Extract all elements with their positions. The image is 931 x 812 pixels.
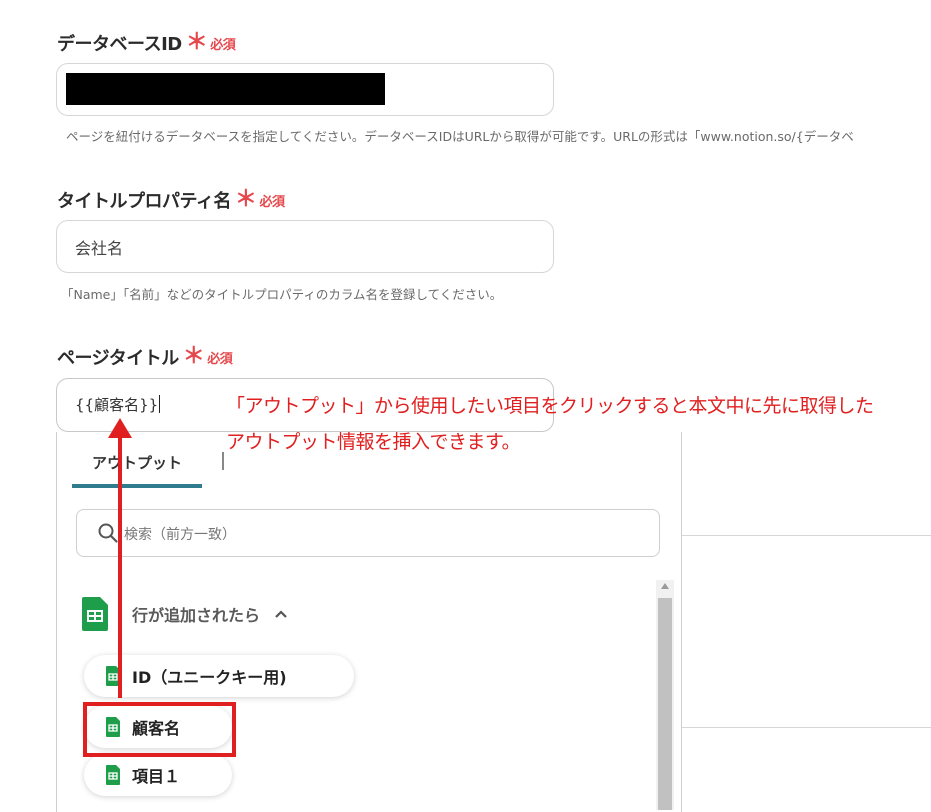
list-item-label: 項目１ xyxy=(132,767,181,786)
title-property-help: 「Name」「名前」などのタイトルプロパティのカラム名を登録してください。 xyxy=(61,287,503,302)
database-id-label: データベースID ＊ 必須 xyxy=(57,30,236,56)
annotation-arrow-head xyxy=(108,418,132,438)
title-property-label-text: タイトルプロパティ名 xyxy=(57,191,231,212)
sheets-icon xyxy=(106,765,120,785)
page-title-label-text: ページタイトル xyxy=(57,348,179,369)
group-label: 行が追加されたら xyxy=(132,606,261,625)
required-text: 必須 xyxy=(207,351,233,367)
annotation-text-line2: アウトプット情報を挿入できます。 xyxy=(226,431,521,453)
page-title-label: ページタイトル ＊ 必須 xyxy=(57,344,233,370)
title-property-label: タイトルプロパティ名 ＊ 必須 xyxy=(57,187,285,213)
title-property-input[interactable]: 会社名 xyxy=(56,220,554,273)
search-icon xyxy=(98,523,118,543)
scrollbar-thumb[interactable] xyxy=(658,598,672,810)
database-id-input[interactable] xyxy=(56,63,554,116)
required-mark: ＊ xyxy=(185,30,208,55)
highlight-box xyxy=(83,702,236,757)
title-property-value: 会社名 xyxy=(75,239,124,258)
required-text: 必須 xyxy=(210,37,236,53)
redacted-value xyxy=(66,73,385,105)
divider xyxy=(681,727,931,728)
list-item-label: ID（ユニークキー用) xyxy=(132,668,287,687)
required-mark: ＊ xyxy=(234,187,257,212)
tab-output[interactable]: アウトプット xyxy=(72,450,202,488)
annotation-arrow xyxy=(118,436,122,698)
database-id-help: ページを紐付けるデータベースを指定してください。データベースIDはURLから取得… xyxy=(66,129,854,144)
group-header[interactable]: 行が追加されたら xyxy=(82,597,288,631)
database-id-label-text: データベースID xyxy=(57,34,182,55)
annotation-text-line1: 「アウトプット」から使用したい項目をクリックすると本文中に先に取得した xyxy=(226,395,874,417)
tab-next-partial[interactable] xyxy=(222,452,224,470)
list-item[interactable]: ID（ユニークキー用) xyxy=(84,655,354,697)
required-text: 必須 xyxy=(259,194,285,210)
page-title-value: {{顧客名}} xyxy=(75,395,161,414)
search-input[interactable]: 検索（前方一致） xyxy=(76,509,660,557)
chevron-up-icon[interactable] xyxy=(274,609,288,619)
list-item[interactable]: 項目１ xyxy=(84,754,232,796)
required-mark: ＊ xyxy=(182,344,205,369)
divider xyxy=(681,535,931,536)
search-placeholder: 検索（前方一致） xyxy=(124,527,236,543)
scroll-up-arrow[interactable] xyxy=(661,583,669,589)
sheets-icon xyxy=(82,597,108,631)
